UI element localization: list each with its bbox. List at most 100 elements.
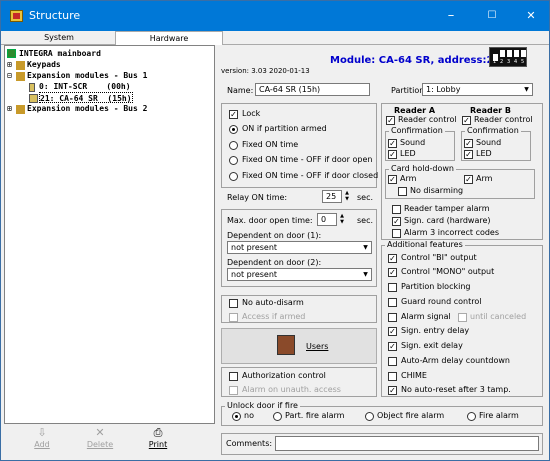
sign-entry-label: Sign. entry delay <box>401 326 470 335</box>
reader-tamper-checkbox[interactable] <box>392 205 401 214</box>
lock-option-label: Fixed ON time - OFF if door closed <box>242 171 379 180</box>
partition-value: 1: Lobby <box>426 85 461 94</box>
relay-label: Relay ON time: <box>227 193 288 202</box>
no-disarming-checkbox[interactable] <box>398 187 407 196</box>
door-open-spinner[interactable]: ▲ ▼ <box>338 213 346 226</box>
fire-option-label: Object fire alarm <box>377 411 445 420</box>
dip-number: 3 <box>507 59 511 65</box>
tree-item-bus2[interactable]: Expansion modules - Bus 2 <box>27 103 147 114</box>
led-b-checkbox[interactable]: ✓ <box>464 150 473 159</box>
collapse-icon[interactable]: ⊟ <box>7 70 12 81</box>
lock-checkbox[interactable]: ✓ <box>229 110 238 119</box>
tree-item-ca64-sr[interactable]: 21: CA-64 SR (15h) <box>39 92 133 103</box>
reader-a-control-checkbox[interactable]: ✓ <box>386 116 395 125</box>
partition-blocking-label: Partition blocking <box>401 282 471 291</box>
tree-item-bus1[interactable]: Expansion modules - Bus 1 <box>27 70 147 81</box>
delete-button[interactable]: ✕ Delete <box>74 426 126 454</box>
app-icon <box>10 10 23 22</box>
guard-round-label: Guard round control <box>401 297 482 306</box>
led-a-checkbox[interactable]: ✓ <box>388 150 397 159</box>
tab-hardware[interactable]: Hardware <box>115 31 223 45</box>
alarm-codes-checkbox[interactable] <box>392 229 401 238</box>
minimize-button[interactable]: – <box>437 5 465 27</box>
expand-icon[interactable]: ⊞ <box>7 103 12 114</box>
dip-switch-icon: 12345 <box>489 47 527 67</box>
users-button[interactable]: Users <box>221 328 377 364</box>
alarm-signal-checkbox[interactable] <box>388 313 397 322</box>
control-mono-checkbox[interactable]: ✓ <box>388 268 397 277</box>
confirmation-a-title: Confirmation <box>389 126 445 136</box>
sound-b-checkbox[interactable]: ✓ <box>464 139 473 148</box>
alarm-codes-label: Alarm 3 incorrect codes <box>404 228 500 237</box>
additional-title: Additional features <box>385 240 465 250</box>
arm-a-checkbox[interactable]: ✓ <box>388 175 397 184</box>
fire-option-radio[interactable] <box>467 412 476 421</box>
sign-card-checkbox[interactable]: ✓ <box>392 217 401 226</box>
reader-a-title: Reader A <box>394 106 436 115</box>
int-scr-icon <box>29 83 35 92</box>
tree-item-int-scr[interactable]: 0: INT-SCR (00h) <box>39 81 131 92</box>
tree-item-mainboard[interactable]: INTEGRA mainboard <box>19 48 101 59</box>
module-panel: version: 3.03 2020-01-13 Module: CA-64 S… <box>217 45 549 460</box>
no-auto-disarm-checkbox[interactable] <box>229 299 238 308</box>
dip-number: 5 <box>521 59 525 65</box>
guard-round-checkbox[interactable] <box>388 298 397 307</box>
fire-option-radio[interactable] <box>365 412 374 421</box>
lock-option-label: Fixed ON time <box>242 140 299 149</box>
auto-arm-label: Auto-Arm delay countdown <box>401 356 510 365</box>
auto-arm-checkbox[interactable] <box>388 357 397 366</box>
no-auto-reset-label: No auto-reset after 3 tamp. <box>401 385 511 394</box>
no-auto-reset-checkbox[interactable]: ✓ <box>388 386 397 395</box>
ca64-sr-icon <box>29 94 38 103</box>
add-button[interactable]: ⇩ Add <box>16 426 68 454</box>
close-button[interactable]: ✕ <box>517 5 545 27</box>
title-bar: Structure – ☐ ✕ <box>1 1 549 31</box>
structure-window: Structure – ☐ ✕ System Hardware INTEGRA … <box>0 0 550 461</box>
alarm-signal-label: Alarm signal <box>401 312 451 321</box>
access-armed-label: Access if armed <box>242 312 306 321</box>
reader-b-title: Reader B <box>470 106 511 115</box>
dep2-value: not present <box>231 270 278 279</box>
lock-label: Lock <box>242 109 261 118</box>
door-open-label: Max. door open time: <box>227 216 313 225</box>
comments-input[interactable] <box>275 436 539 451</box>
sign-exit-checkbox[interactable]: ✓ <box>388 342 397 351</box>
keypads-icon <box>16 61 25 70</box>
control-bi-checkbox[interactable]: ✓ <box>388 254 397 263</box>
reader-b-control-checkbox[interactable]: ✓ <box>462 116 471 125</box>
expand-icon[interactable]: ⊞ <box>7 59 12 70</box>
unlock-fire-title: Unlock door if fire <box>225 401 300 411</box>
chime-label: CHIME <box>401 371 427 380</box>
lock-option-radio[interactable] <box>229 172 238 181</box>
arm-a-label: Arm <box>400 174 417 183</box>
no-disarming-label: No disarming <box>410 186 464 195</box>
relay-input[interactable]: 25 <box>322 190 342 203</box>
dep1-select[interactable]: not present ▼ <box>227 241 372 254</box>
fire-option-radio[interactable] <box>232 412 241 421</box>
arm-b-checkbox[interactable]: ✓ <box>464 175 473 184</box>
dip-number: 1 <box>493 59 497 65</box>
sign-entry-checkbox[interactable]: ✓ <box>388 327 397 336</box>
dep2-select[interactable]: not present ▼ <box>227 268 372 281</box>
tab-system[interactable]: System <box>3 31 115 45</box>
door-open-input[interactable]: 0 <box>317 213 337 226</box>
lock-option-radio[interactable] <box>229 156 238 165</box>
auth-control-checkbox[interactable] <box>229 372 238 381</box>
chime-checkbox[interactable] <box>388 372 397 381</box>
lock-option-radio[interactable] <box>229 125 238 134</box>
partition-blocking-checkbox[interactable] <box>388 283 397 292</box>
print-button[interactable]: ⎙ Print <box>132 426 184 454</box>
sign-exit-label: Sign. exit delay <box>401 341 463 350</box>
reader-a-control-label: Reader control <box>398 115 457 124</box>
fire-option-radio[interactable] <box>273 412 282 421</box>
name-field[interactable]: CA-64 SR (15h) <box>255 83 370 96</box>
partition-select[interactable]: 1: Lobby ▼ <box>422 83 533 96</box>
maximize-button[interactable]: ☐ <box>478 5 506 27</box>
relay-spinner[interactable]: ▲ ▼ <box>343 190 351 203</box>
window-title: Structure <box>29 9 81 22</box>
sound-a-checkbox[interactable]: ✓ <box>388 139 397 148</box>
tab-bar: System Hardware <box>1 31 549 45</box>
lock-option-radio[interactable] <box>229 141 238 150</box>
tree-item-keypads[interactable]: Keypads <box>27 59 61 70</box>
relay-unit: sec. <box>357 193 374 202</box>
